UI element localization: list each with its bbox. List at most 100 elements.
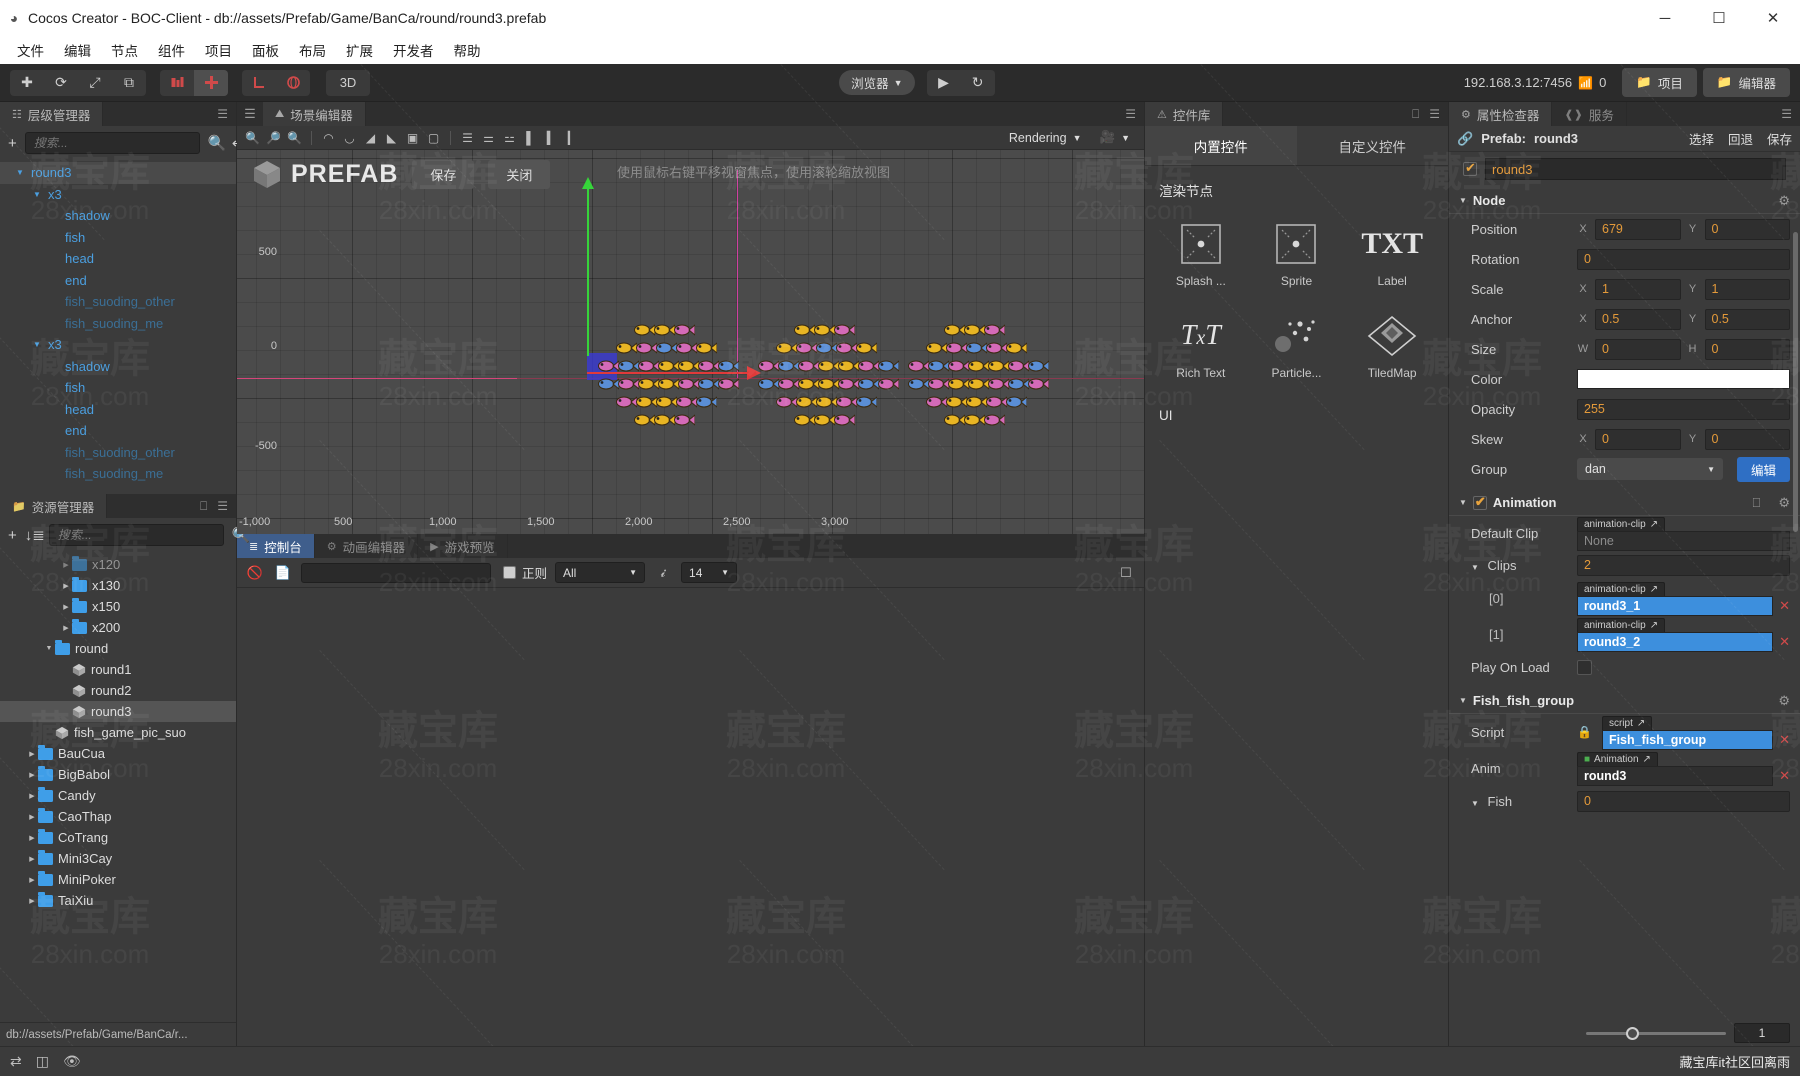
hierarchy-node-fish[interactable]: ▶ fish xyxy=(0,377,236,399)
asset-item-BigBabol[interactable]: ▶ BigBabol xyxy=(0,764,236,785)
chevron-icon[interactable]: ▶ xyxy=(26,813,38,821)
pivot-position-icon[interactable] xyxy=(194,69,228,96)
regex-checkbox[interactable] xyxy=(503,566,516,579)
mode-3d-button[interactable]: 3D xyxy=(326,70,370,96)
widget-richtext[interactable]: TxT Rich Text xyxy=(1153,302,1249,390)
menu-panel[interactable]: 面板 xyxy=(243,37,288,63)
menu-icon[interactable]: ☰ xyxy=(1125,107,1136,121)
menu-developer[interactable]: 开发者 xyxy=(384,37,443,63)
popout-icon[interactable]: ⎕ xyxy=(200,499,207,514)
clip-0-field[interactable]: animation-clip ↗ round3_1 ✕ xyxy=(1577,580,1790,616)
hierarchy-node-shadow[interactable]: ▶ shadow xyxy=(0,356,236,378)
console-filter-input[interactable] xyxy=(301,562,491,583)
menu-extension[interactable]: 扩展 xyxy=(337,37,382,63)
anchor-x-input[interactable]: 0.5 xyxy=(1595,308,1681,330)
global-coord-icon[interactable] xyxy=(276,70,310,96)
animation-enabled-checkbox[interactable] xyxy=(1472,494,1487,510)
console-level-select[interactable]: All ▼ xyxy=(555,562,646,583)
clear-icon[interactable]: 🚫 xyxy=(245,563,265,583)
rect-tool-icon[interactable]: ⧉ xyxy=(112,70,146,96)
anim-field[interactable]: ■ Animation ↗ round3 ✕ xyxy=(1577,750,1790,786)
pivot-center-icon[interactable] xyxy=(160,70,194,96)
add-asset-button[interactable]: + xyxy=(8,527,17,544)
popout-icon[interactable]: ⎕ xyxy=(1753,495,1761,511)
align-left-icon[interactable]: ◠ xyxy=(319,128,338,147)
minimize-button[interactable]: ─ xyxy=(1638,0,1692,36)
distribute-v-icon[interactable]: ⚌ xyxy=(479,128,498,147)
sort-icon[interactable]: ↓≣ xyxy=(25,526,45,544)
size-h-input[interactable]: 0 xyxy=(1704,338,1790,360)
widget-particle[interactable]: Particle... xyxy=(1249,302,1345,390)
zoom-slider[interactable] xyxy=(1586,1026,1726,1040)
menu-icon[interactable]: ☰ xyxy=(217,107,228,121)
asset-item-CoTrang[interactable]: ▶ CoTrang xyxy=(0,827,236,848)
search-icon[interactable]: 🔍 xyxy=(208,134,227,152)
chevron-icon[interactable]: ▶ xyxy=(60,603,72,611)
hierarchy-node-end[interactable]: ▶ end xyxy=(0,270,236,292)
assets-search-input[interactable] xyxy=(48,524,224,546)
hierarchy-node-round3[interactable]: ▼ round3 xyxy=(0,162,236,184)
clips-count-input[interactable]: 2 xyxy=(1577,554,1790,576)
clip-0-remove-icon[interactable]: ✕ xyxy=(1779,598,1790,614)
chevron-icon[interactable]: ▶ xyxy=(26,750,38,758)
chevron-icon[interactable]: ▶ xyxy=(26,834,38,842)
asset-item-round1[interactable]: round1 xyxy=(0,659,236,680)
hierarchy-search-input[interactable] xyxy=(24,132,200,154)
project-button[interactable]: 📁 项目 xyxy=(1622,68,1697,97)
anim-remove-icon[interactable]: ✕ xyxy=(1779,768,1790,784)
size-w-input[interactable]: 0 xyxy=(1595,338,1681,360)
chevron-down-icon[interactable]: ▼ xyxy=(1471,563,1479,572)
external-link-icon[interactable]: ↗ xyxy=(1650,620,1658,631)
hierarchy-node-head[interactable]: ▶ head xyxy=(0,399,236,421)
spacing-h-icon[interactable]: ▌ xyxy=(521,128,540,147)
align-hcenter-icon[interactable]: ◡ xyxy=(340,128,359,147)
regex-toggle[interactable]: 正则 xyxy=(503,563,547,582)
clip-1-value[interactable]: round3_2 xyxy=(1577,632,1774,652)
tab-animation-editor[interactable]: ⚙ 动画编辑器 xyxy=(314,534,419,558)
clip-1-remove-icon[interactable]: ✕ xyxy=(1779,634,1790,650)
hierarchy-node-fish_suoding_other[interactable]: ▶ fish_suoding_other xyxy=(0,291,236,313)
opacity-input[interactable]: 255 xyxy=(1577,398,1790,420)
tab-game-preview[interactable]: ▶ 游戏预览 xyxy=(418,534,508,558)
asset-item-Candy[interactable]: ▶ Candy xyxy=(0,785,236,806)
render-mode-select[interactable]: Rendering ▼ xyxy=(1009,131,1082,145)
align-right-icon[interactable]: ◢ xyxy=(361,128,380,147)
anim-value[interactable]: round3 xyxy=(1577,766,1774,786)
move-tool-icon[interactable]: ✚ xyxy=(10,70,44,96)
external-link-icon[interactable]: ↗ xyxy=(1650,584,1658,595)
tab-hierarchy[interactable]: ☷ 层级管理器 xyxy=(0,102,104,126)
tab-scene-editor[interactable]: ⛰ 场景编辑器 xyxy=(263,102,366,126)
prefab-save-button[interactable]: 保存 xyxy=(412,159,475,189)
asset-item-round3[interactable]: round3 xyxy=(0,701,236,722)
node-section-header[interactable]: ▼ Node ⚙ xyxy=(1449,188,1800,214)
animation-section-header[interactable]: ▼ Animation ⎕ ⚙ xyxy=(1449,490,1800,516)
menu-icon[interactable]: ☰ xyxy=(217,499,228,513)
prefab-save-button[interactable]: 保存 xyxy=(1767,129,1792,148)
skew-x-input[interactable]: 0 xyxy=(1595,428,1681,450)
chevron-icon[interactable]: ▶ xyxy=(60,582,72,590)
zoom-value[interactable]: 1 xyxy=(1734,1023,1790,1043)
chevron-icon[interactable]: ▶ xyxy=(60,561,72,569)
hierarchy-node-shadow[interactable]: ▶ shadow xyxy=(0,205,236,227)
eye-icon[interactable]: 👁 xyxy=(63,1053,81,1070)
asset-item-round2[interactable]: round2 xyxy=(0,680,236,701)
color-swatch[interactable] xyxy=(1577,369,1790,389)
prefab-select-button[interactable]: 选择 xyxy=(1689,129,1714,148)
tab-inspector[interactable]: ⚙ 属性检查器 xyxy=(1449,102,1553,126)
chevron-icon[interactable]: ▶ xyxy=(26,897,38,905)
collapse-icon[interactable]: ☐ xyxy=(1116,563,1136,583)
scale-y-input[interactable]: 1 xyxy=(1704,278,1790,300)
chevron-icon[interactable]: ▼ xyxy=(43,645,55,652)
align-bottom-icon[interactable]: ▢ xyxy=(424,128,443,147)
menu-layout[interactable]: 布局 xyxy=(290,37,335,63)
spacing-e-icon[interactable]: ▎ xyxy=(563,128,582,147)
chevron-down-icon[interactable]: ▼ xyxy=(31,190,43,199)
asset-item-round[interactable]: ▼ round xyxy=(0,638,236,659)
anchor-y-input[interactable]: 0.5 xyxy=(1704,308,1790,330)
distribute-h-icon[interactable]: ☰ xyxy=(458,128,477,147)
gear-icon[interactable]: ⚙ xyxy=(1778,193,1790,209)
chevron-down-icon[interactable]: ▼ xyxy=(14,168,26,177)
node-enabled-checkbox[interactable] xyxy=(1463,160,1477,176)
clip-1-field[interactable]: animation-clip ↗ round3_2 ✕ xyxy=(1577,616,1790,652)
zoom-out-icon[interactable]: 🔎 xyxy=(264,128,283,147)
